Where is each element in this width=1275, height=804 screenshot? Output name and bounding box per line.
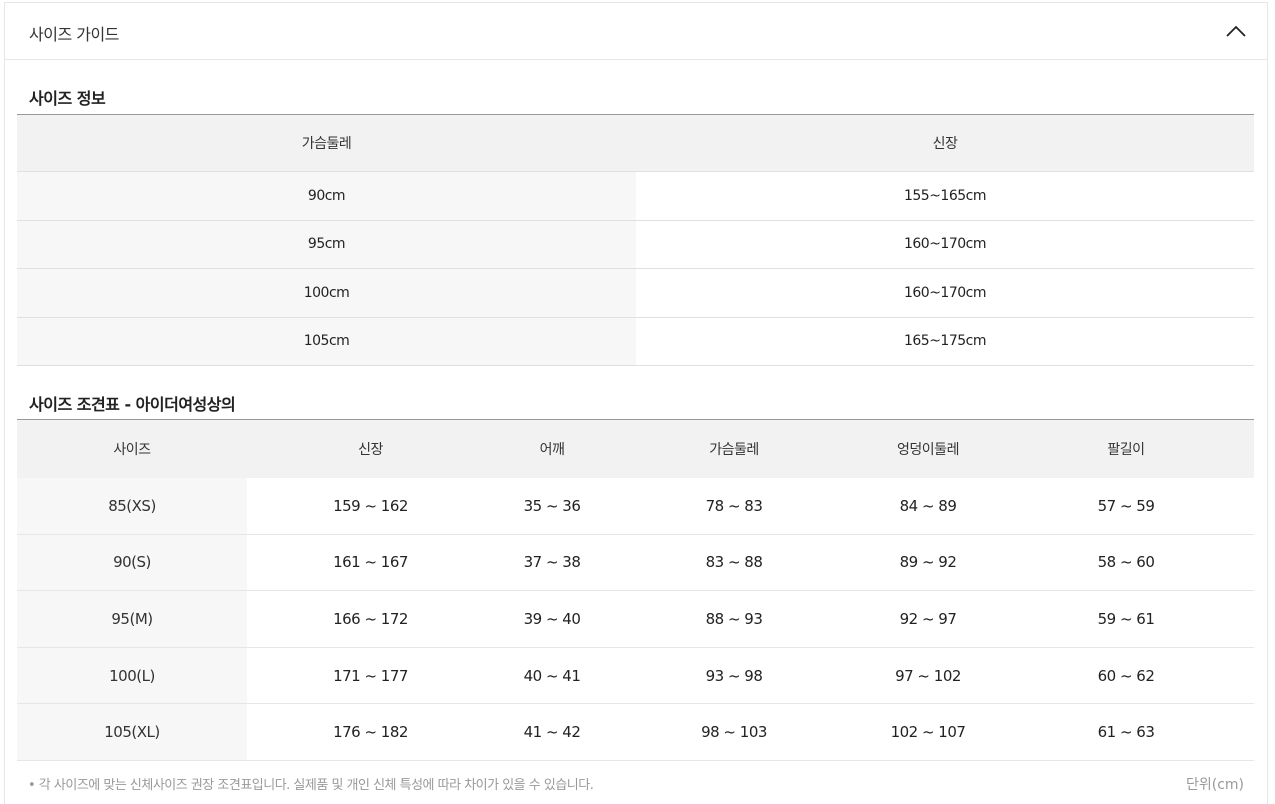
table-cell: 176 ~ 182: [247, 703, 494, 761]
table-cell: 61 ~ 63: [998, 703, 1254, 761]
table-cell: 59 ~ 61: [998, 590, 1254, 648]
table-cell: 98 ~ 103: [610, 703, 858, 761]
table-cell: 40 ~ 41: [494, 647, 610, 705]
table-cell: 105cm: [17, 317, 636, 366]
table-cell: 60 ~ 62: [998, 647, 1254, 705]
size-chart-table: 사이즈 신장 어깨 가슴둘레 엉덩이둘레 팔길이 85(XS) 159 ~ 16…: [17, 419, 1254, 761]
table-cell: 83 ~ 88: [610, 534, 858, 592]
table-cell: 78 ~ 83: [610, 477, 858, 535]
table-cell: 160~170cm: [636, 220, 1254, 269]
table-cell: 166 ~ 172: [247, 590, 494, 648]
table-cell: 97 ~ 102: [858, 647, 998, 705]
size-chart-title: 사이즈 조견표 - 아이더여성상의: [29, 395, 236, 414]
table-row: 105(XL) 176 ~ 182 41 ~ 42 98 ~ 103 102 ~…: [17, 703, 1254, 761]
size-label-cell: 105(XL): [17, 703, 247, 761]
table-cell: 88 ~ 93: [610, 590, 858, 648]
accordion-title: 사이즈 가이드: [29, 25, 119, 44]
table-cell: 37 ~ 38: [494, 534, 610, 592]
table-cell: 161 ~ 167: [247, 534, 494, 592]
chevron-up-icon[interactable]: [1224, 20, 1248, 44]
size-guide-accordion-header[interactable]: 사이즈 가이드: [4, 2, 1268, 60]
table-row: 100cm 160~170cm: [17, 268, 1254, 318]
table-cell: 84 ~ 89: [858, 477, 998, 535]
table-cell: 58 ~ 60: [998, 534, 1254, 592]
column-header-size: 사이즈: [17, 419, 247, 478]
size-label-cell: 95(M): [17, 590, 247, 648]
column-header-chest: 가슴둘레: [17, 114, 636, 172]
table-cell: 93 ~ 98: [610, 647, 858, 705]
size-chart-footnote: • 각 사이즈에 맞는 신체사이즈 권장 조견표입니다. 실제품 및 개인 신체…: [28, 778, 594, 793]
table-cell: 100cm: [17, 268, 636, 318]
table-cell: 155~165cm: [636, 171, 1254, 221]
table-cell: 92 ~ 97: [858, 590, 998, 648]
table-cell: 90cm: [17, 171, 636, 221]
size-info-table: 가슴둘레 신장 90cm 155~165cm 95cm 160~170cm 10…: [17, 114, 1254, 366]
size-label-cell: 100(L): [17, 647, 247, 705]
column-header-chest: 가슴둘레: [610, 419, 858, 478]
size-label-cell: 90(S): [17, 534, 247, 592]
column-header-arm-length: 팔길이: [998, 419, 1254, 478]
table-row: 85(XS) 159 ~ 162 35 ~ 36 78 ~ 83 84 ~ 89…: [17, 477, 1254, 535]
table-cell: 57 ~ 59: [998, 477, 1254, 535]
table-cell: 160~170cm: [636, 268, 1254, 318]
table-header-row: 가슴둘레 신장: [17, 114, 1254, 172]
table-cell: 39 ~ 40: [494, 590, 610, 648]
size-label-cell: 85(XS): [17, 477, 247, 535]
column-header-shoulder: 어깨: [494, 419, 610, 478]
table-cell: 35 ~ 36: [494, 477, 610, 535]
table-header-row: 사이즈 신장 어깨 가슴둘레 엉덩이둘레 팔길이: [17, 419, 1254, 478]
table-row: 95cm 160~170cm: [17, 220, 1254, 269]
unit-label: 단위(cm): [1185, 777, 1244, 793]
table-cell: 41 ~ 42: [494, 703, 610, 761]
table-cell: 89 ~ 92: [858, 534, 998, 592]
table-cell: 171 ~ 177: [247, 647, 494, 705]
column-header-height: 신장: [247, 419, 494, 478]
column-header-height: 신장: [636, 114, 1254, 172]
table-row: 90cm 155~165cm: [17, 171, 1254, 221]
table-cell: 159 ~ 162: [247, 477, 494, 535]
table-row: 100(L) 171 ~ 177 40 ~ 41 93 ~ 98 97 ~ 10…: [17, 647, 1254, 705]
table-row: 90(S) 161 ~ 167 37 ~ 38 83 ~ 88 89 ~ 92 …: [17, 534, 1254, 592]
table-row: 105cm 165~175cm: [17, 317, 1254, 366]
table-cell: 95cm: [17, 220, 636, 269]
table-row: 95(M) 166 ~ 172 39 ~ 40 88 ~ 93 92 ~ 97 …: [17, 590, 1254, 648]
table-cell: 165~175cm: [636, 317, 1254, 366]
table-cell: 102 ~ 107: [858, 703, 998, 761]
size-info-title: 사이즈 정보: [29, 89, 106, 108]
column-header-hip: 엉덩이둘레: [858, 419, 998, 478]
